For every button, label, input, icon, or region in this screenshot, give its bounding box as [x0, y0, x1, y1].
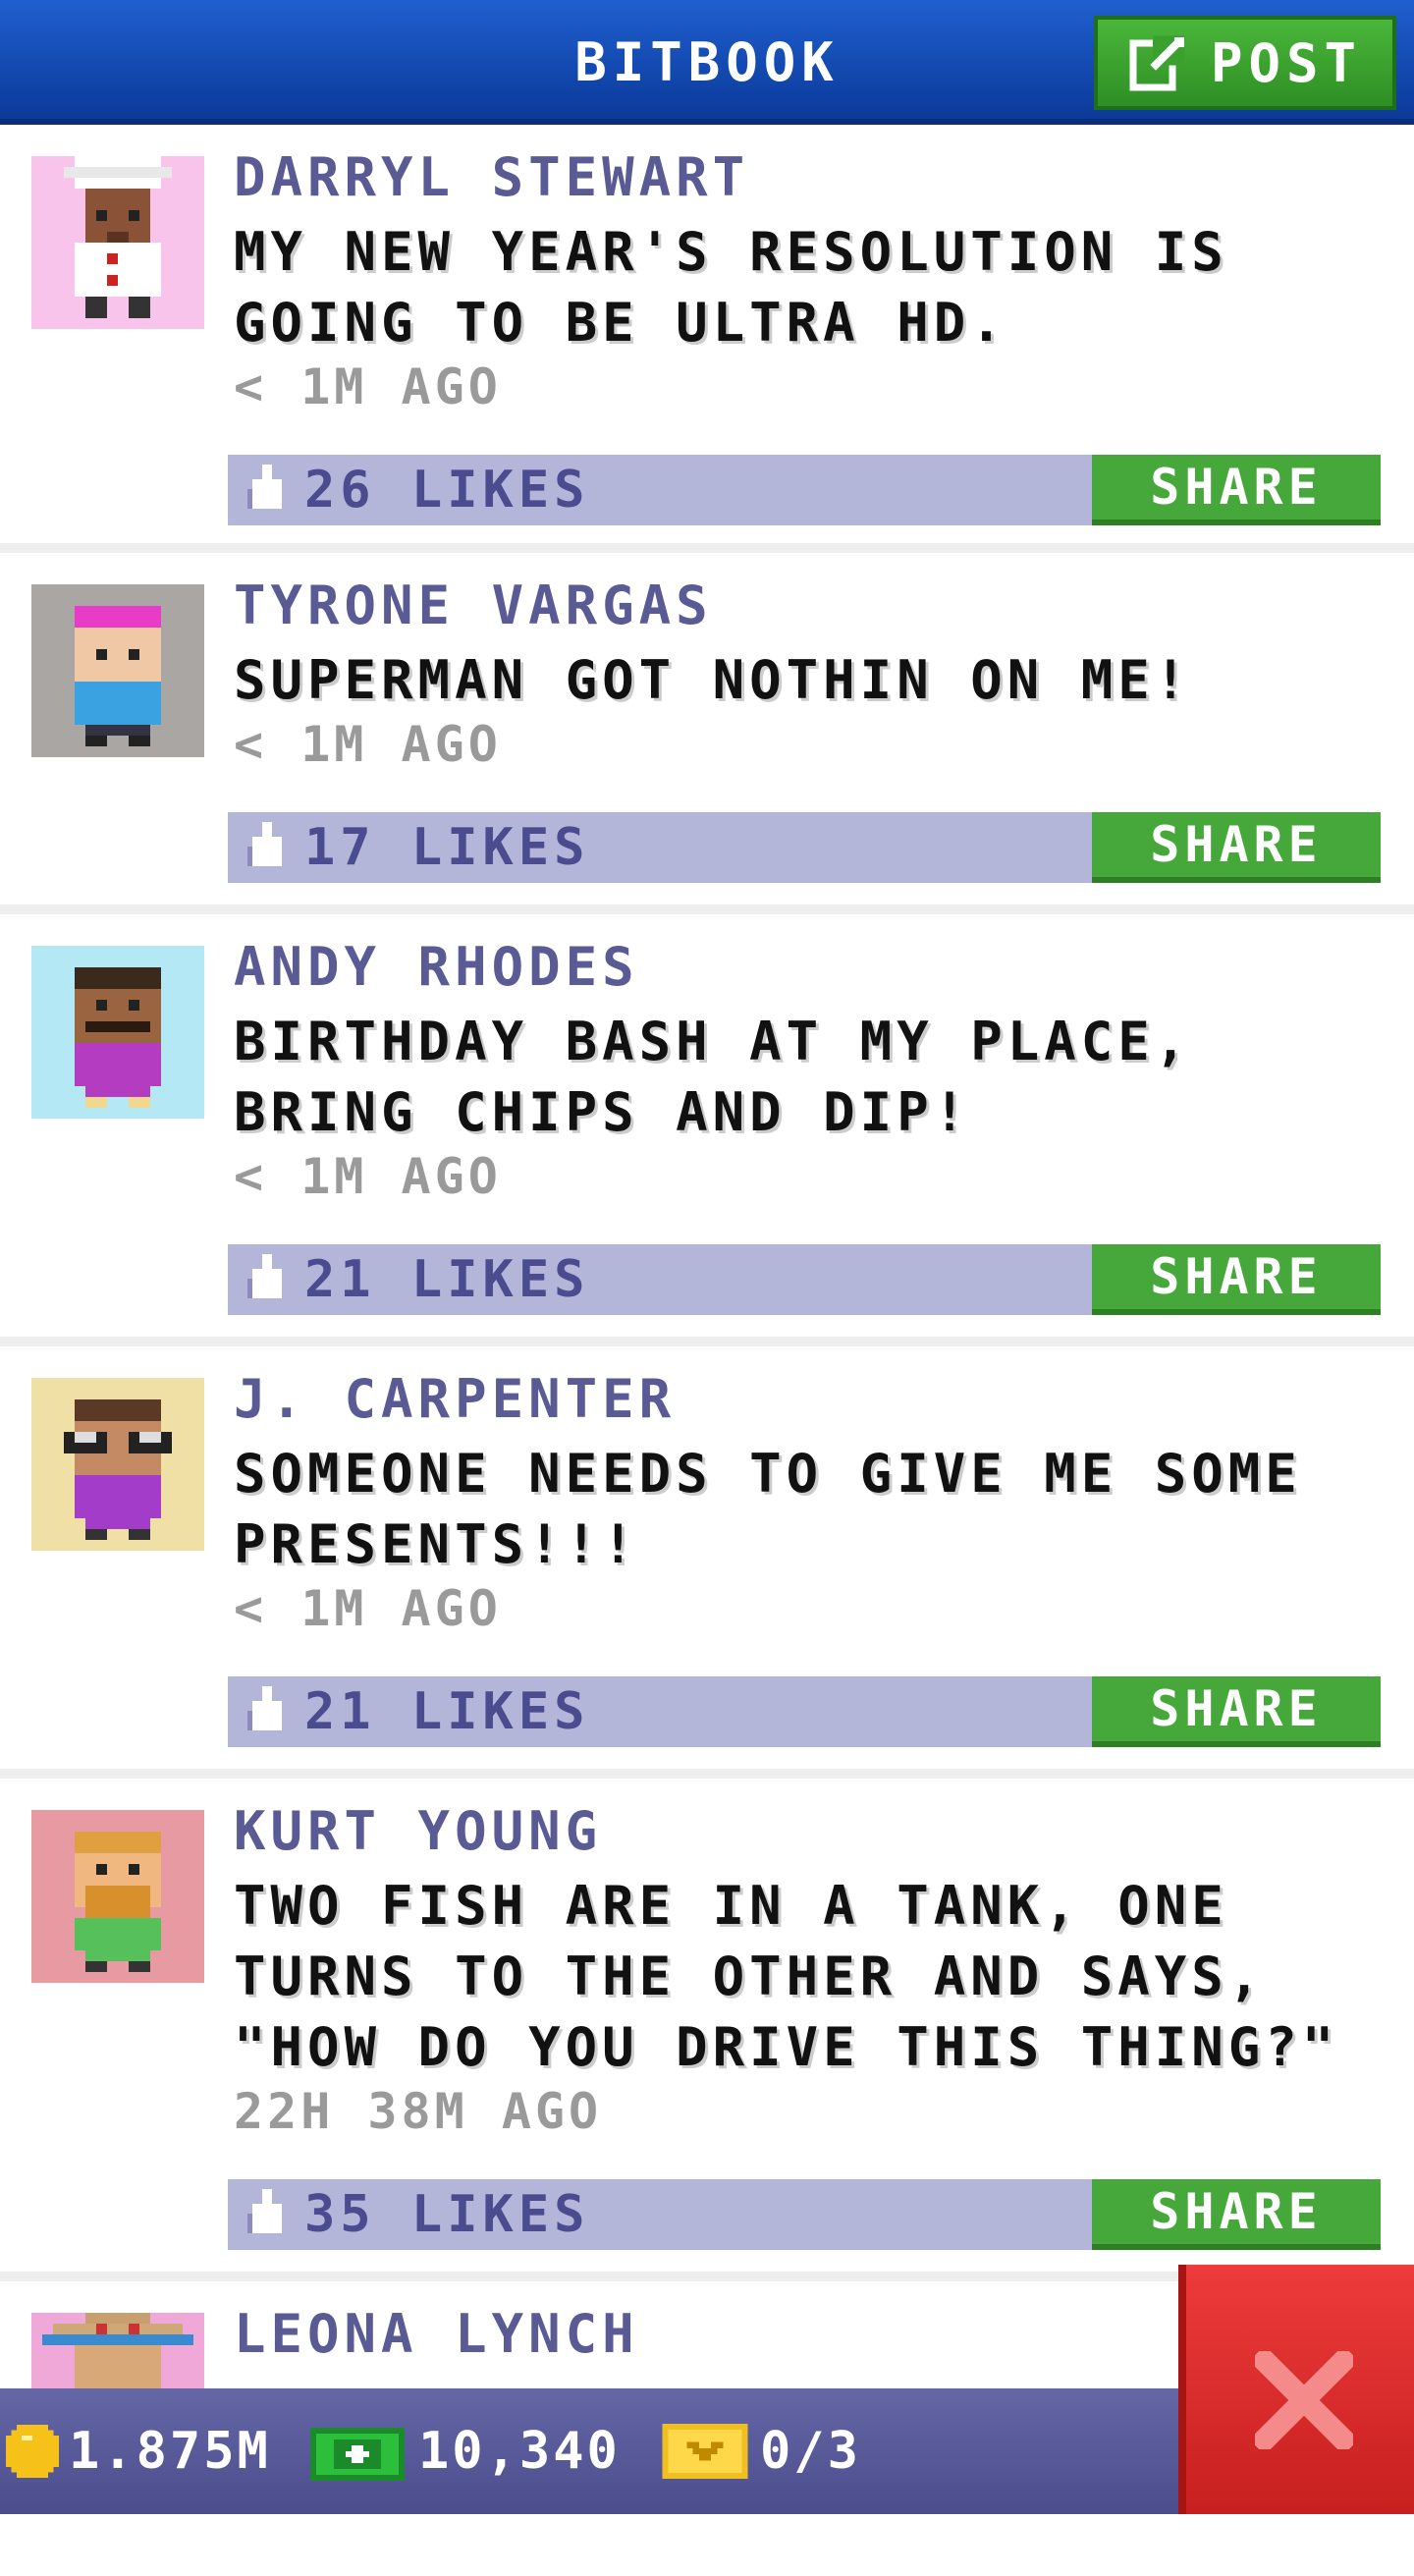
likes-bar[interactable]: 17 LIKES SHARE [228, 812, 1381, 883]
likes-count: 17 LIKES [304, 818, 590, 877]
post-card: TYRONE VARGAS SUPERMAN GOT NOTHIN ON ME!… [0, 553, 1414, 914]
coins-stat: 1.875M [6, 2388, 271, 2514]
app-header: BITBOOK POST [0, 0, 1414, 125]
post-button-label: POST [1210, 31, 1363, 94]
likes-bar[interactable]: 21 LIKES SHARE [228, 1244, 1381, 1315]
status-bar: 1.875M 10,340 0/3 [0, 2388, 1178, 2514]
post-text: SOMEONE NEEDS TO GIVE ME SOME PRESENTS!!… [234, 1443, 1302, 1575]
mustache-avatar-icon [31, 946, 204, 1119]
post-author[interactable]: J. CARPENTER [234, 1368, 676, 1430]
post-card: J. CARPENTER SOMEONE NEEDS TO GIVE ME SO… [0, 1346, 1414, 1779]
share-button[interactable]: SHARE [1092, 455, 1381, 525]
post-time: < 1M AGO [234, 358, 502, 415]
coin-icon [6, 2425, 59, 2478]
thumbs-up-icon [247, 1254, 282, 1298]
post-text: TWO FISH ARE IN A TANK, ONE TURNS TO THE… [234, 1875, 1339, 2078]
thumbs-up-icon [247, 2189, 282, 2233]
thumbs-up-icon [247, 1686, 282, 1730]
pink-hair-avatar-icon [31, 584, 204, 757]
post-author[interactable]: LEONA LYNCH [234, 2303, 639, 2365]
post-author[interactable]: TYRONE VARGAS [234, 575, 713, 636]
avatar[interactable] [31, 156, 204, 329]
bearded-avatar-icon [31, 1810, 204, 1983]
post-text: SUPERMAN GOT NOTHIN ON ME! [234, 649, 1192, 711]
likes-bar[interactable]: 35 LIKES SHARE [228, 2179, 1381, 2250]
avatar[interactable] [31, 1378, 204, 1551]
glasses-avatar-icon [31, 1378, 204, 1551]
close-icon [1255, 2351, 1353, 2449]
avatar[interactable] [31, 946, 204, 1119]
share-button[interactable]: SHARE [1092, 2179, 1381, 2250]
likes-count: 21 LIKES [304, 1250, 590, 1309]
post-time: < 1M AGO [234, 1148, 502, 1205]
post-time: 22H 38M AGO [234, 2083, 603, 2140]
bux-count: 10,340 [418, 2422, 621, 2481]
share-button[interactable]: SHARE [1092, 1244, 1381, 1315]
post-author[interactable]: KURT YOUNG [234, 1800, 602, 1862]
post-button[interactable]: POST [1094, 16, 1396, 110]
likes-count: 26 LIKES [304, 461, 590, 520]
tickets-count: 0/3 [760, 2422, 861, 2481]
likes-count: 35 LIKES [304, 2185, 590, 2244]
share-button[interactable]: SHARE [1092, 1676, 1381, 1747]
likes-bar[interactable]: 26 LIKES SHARE [228, 455, 1381, 525]
thumbs-up-icon [247, 822, 282, 866]
post-card: KURT YOUNG TWO FISH ARE IN A TANK, ONE T… [0, 1779, 1414, 2281]
likes-bar[interactable]: 21 LIKES SHARE [228, 1676, 1381, 1747]
post-text: MY NEW YEAR'S RESOLUTION IS GOING TO BE … [234, 221, 1228, 354]
coins-count: 1.875M [69, 2422, 271, 2481]
share-button[interactable]: SHARE [1092, 812, 1381, 883]
avatar[interactable] [31, 1810, 204, 1983]
likes-count: 21 LIKES [304, 1682, 590, 1741]
post-time: < 1M AGO [234, 1580, 502, 1637]
ticket-icon [662, 2424, 748, 2479]
tickets-stat: 0/3 [660, 2388, 861, 2514]
post-text: BIRTHDAY BASH AT MY PLACE, BRING CHIPS A… [234, 1011, 1192, 1143]
post-author[interactable]: ANDY RHODES [234, 936, 639, 998]
thumbs-up-icon [247, 465, 282, 509]
close-button[interactable] [1178, 2265, 1414, 2514]
bux-stat: 10,340 [306, 2388, 621, 2514]
post-card: DARRYL STEWART MY NEW YEAR'S RESOLUTION … [0, 125, 1414, 553]
avatar[interactable] [31, 584, 204, 757]
compose-icon [1129, 35, 1185, 91]
bux-icon [310, 2428, 405, 2481]
post-card: ANDY RHODES BIRTHDAY BASH AT MY PLACE, B… [0, 914, 1414, 1346]
post-author[interactable]: DARRYL STEWART [234, 146, 749, 208]
chef-avatar-icon [31, 156, 204, 329]
post-time: < 1M AGO [234, 716, 502, 773]
post-feed[interactable]: DARRYL STEWART MY NEW YEAR'S RESOLUTION … [0, 125, 1414, 2576]
